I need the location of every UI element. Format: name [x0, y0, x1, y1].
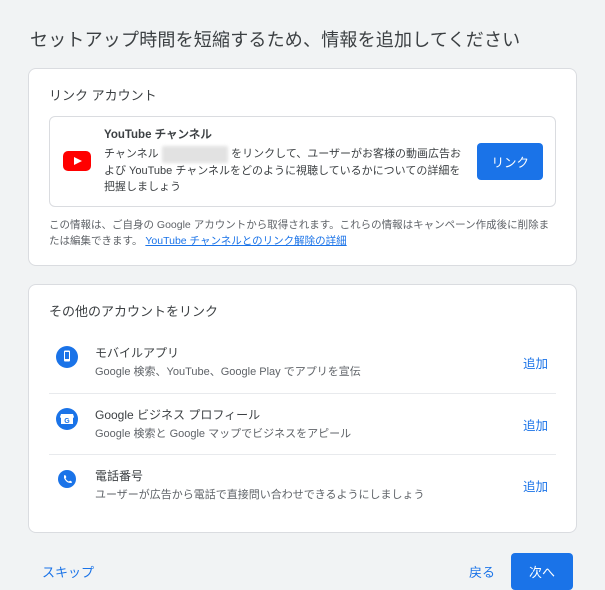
disclaimer-link[interactable]: YouTube チャンネルとのリンク解除の詳細: [145, 235, 346, 247]
youtube-heading: YouTube チャンネル: [104, 127, 465, 144]
other-body: 電話番号 ユーザーが広告から電話で直接問い合わせできるようにしましょう: [95, 467, 505, 504]
other-body: Google ビジネス プロフィール Google 検索と Google マップ…: [95, 406, 505, 443]
add-button-mobile-app[interactable]: 追加: [519, 347, 552, 378]
other-row-phone: 電話番号 ユーザーが広告から電話で直接問い合わせできるようにしましょう 追加: [49, 455, 556, 516]
footer: スキップ 戻る 次へ: [28, 551, 577, 590]
footer-right-group: 戻る 次へ: [459, 553, 573, 590]
mobile-app-icon: [53, 344, 81, 368]
phone-bubble-icon: [53, 467, 81, 491]
storefront-icon: G: [53, 406, 81, 430]
other-row-mobile-app: モバイルアプリ Google 検索、YouTube、Google Play でア…: [49, 332, 556, 394]
youtube-icon: [62, 151, 92, 171]
other-heading: モバイルアプリ: [95, 344, 505, 362]
link-account-title: リンク アカウント: [49, 85, 556, 104]
youtube-body: YouTube チャンネル チャンネル ████████ をリンクして、ユーザー…: [104, 127, 465, 196]
other-body: モバイルアプリ Google 検索、YouTube、Google Play でア…: [95, 344, 505, 381]
link-button[interactable]: リンク: [477, 143, 543, 180]
disclaimer: この情報は、ご自身の Google アカウントから取得されます。これらの情報はキ…: [49, 217, 556, 250]
next-button[interactable]: 次へ: [511, 553, 573, 590]
youtube-description: チャンネル ████████ をリンクして、ユーザーがお客様の動画広告および Y…: [104, 146, 465, 196]
back-button[interactable]: 戻る: [459, 554, 505, 589]
other-accounts-title: その他のアカウントをリンク: [49, 301, 556, 320]
add-button-phone[interactable]: 追加: [519, 470, 552, 501]
youtube-channel-row: YouTube チャンネル チャンネル ████████ をリンクして、ユーザー…: [49, 116, 556, 207]
other-accounts-card: その他のアカウントをリンク モバイルアプリ Google 検索、YouTube、…: [28, 284, 577, 533]
svg-text:G: G: [64, 418, 70, 425]
add-button-business-profile[interactable]: 追加: [519, 409, 552, 440]
page-title: セットアップ時間を短縮するため、情報を追加してください: [30, 26, 577, 52]
other-sub: Google 検索と Google マップでビジネスをアピール: [95, 426, 505, 443]
other-sub: ユーザーが広告から電話で直接問い合わせできるようにしましょう: [95, 487, 505, 504]
other-sub: Google 検索、YouTube、Google Play でアプリを宣伝: [95, 364, 505, 381]
other-heading: Google ビジネス プロフィール: [95, 406, 505, 424]
other-accounts-list: モバイルアプリ Google 検索、YouTube、Google Play でア…: [49, 332, 556, 516]
other-row-business-profile: G Google ビジネス プロフィール Google 検索と Google マ…: [49, 394, 556, 456]
youtube-desc-pre: チャンネル: [104, 148, 162, 160]
youtube-channel-name: ████████: [162, 146, 228, 163]
skip-button[interactable]: スキップ: [32, 554, 104, 589]
other-heading: 電話番号: [95, 467, 505, 485]
link-account-card: リンク アカウント YouTube チャンネル チャンネル ████████ を…: [28, 68, 577, 266]
